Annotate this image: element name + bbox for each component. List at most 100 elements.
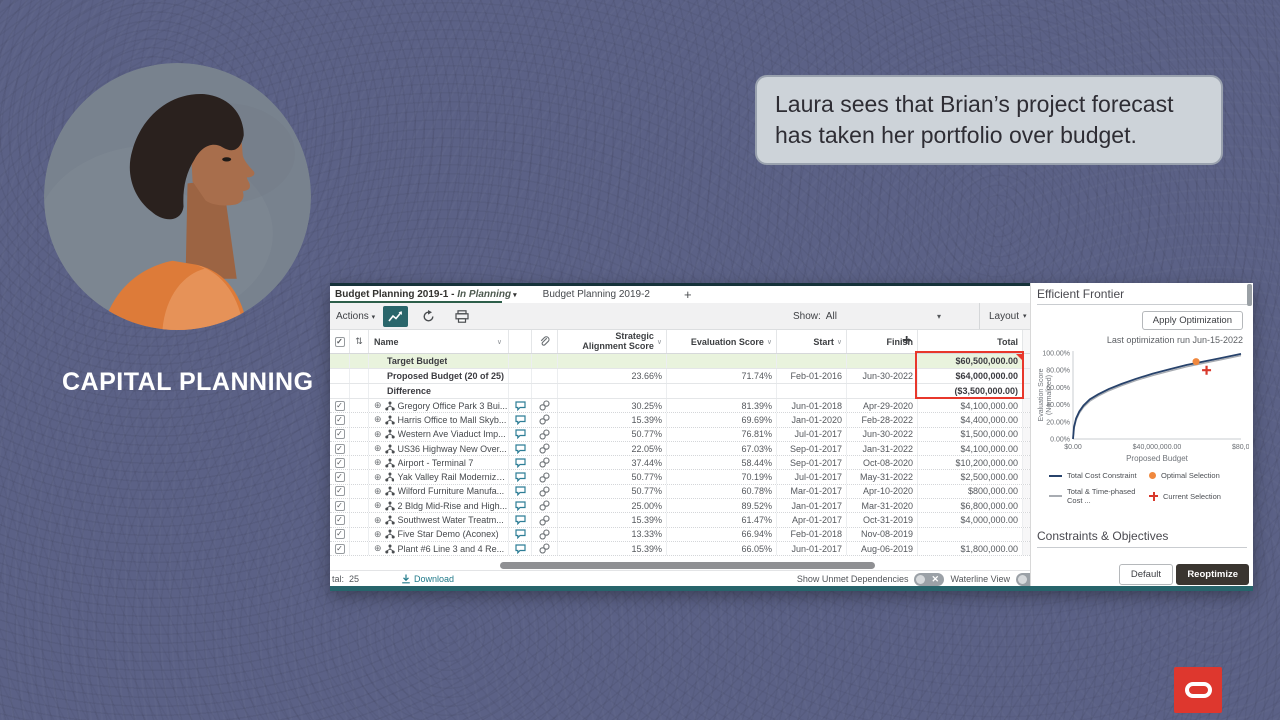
row-checkbox[interactable]: ✓: [330, 499, 349, 512]
download-link[interactable]: Download: [401, 574, 454, 584]
reoptimize-button[interactable]: Reoptimize: [1176, 564, 1249, 585]
column-total[interactable]: Total: [917, 330, 1022, 353]
comment-icon[interactable]: [515, 429, 526, 439]
project-name[interactable]: Yak Valley Rail Moderniza...: [397, 472, 508, 482]
row-checkbox[interactable]: [330, 384, 349, 398]
row-checkbox[interactable]: ✓: [330, 470, 349, 483]
print-button[interactable]: [449, 306, 474, 327]
comment-icon[interactable]: [515, 544, 526, 554]
table-row[interactable]: ✓ ⊕ 2 Bldg Mid-Rise and High... 25.00% 8…: [330, 499, 1030, 513]
comment-icon[interactable]: [515, 458, 526, 468]
link-icon[interactable]: [539, 414, 550, 425]
project-name[interactable]: Gregory Office Park 3 Bui...: [398, 401, 508, 411]
table-row[interactable]: ✓ ⊕ Southwest Water Treatm... 15.39% 61.…: [330, 513, 1030, 527]
tab-budget-planning-2019-2[interactable]: Budget Planning 2019-2: [533, 289, 660, 300]
expand-icon[interactable]: ⊕: [374, 414, 382, 425]
show-filter[interactable]: Show:All: [793, 311, 837, 322]
row-checkbox[interactable]: ✓: [330, 399, 349, 412]
link-icon[interactable]: [539, 400, 550, 411]
table-row[interactable]: ✓ ⊕ Western Ave Viaduct Imp... 50.77% 76…: [330, 428, 1030, 442]
layout-menu[interactable]: Layout▾: [979, 303, 1027, 329]
link-icon[interactable]: [539, 543, 550, 554]
row-checkbox[interactable]: [330, 354, 349, 368]
project-name[interactable]: Wilford Furniture Manufa...: [398, 486, 505, 496]
link-icon[interactable]: [539, 472, 550, 483]
row-checkbox[interactable]: [330, 369, 349, 383]
tab-budget-planning-2019-1[interactable]: Budget Planning 2019-1 - In Planning▾: [330, 289, 525, 300]
table-row[interactable]: Proposed Budget (20 of 25) 23.66% 71.74%…: [330, 369, 1030, 384]
comment-icon[interactable]: [515, 415, 526, 425]
link-icon[interactable]: [539, 429, 550, 440]
expand-icon[interactable]: ⊕: [374, 400, 382, 411]
column-comment[interactable]: [508, 330, 531, 353]
comment-icon[interactable]: [515, 486, 526, 496]
comment-icon[interactable]: [515, 401, 526, 411]
column-name[interactable]: Name∨: [368, 330, 508, 353]
project-name[interactable]: Harris Office to Mall Skyb...: [398, 415, 507, 425]
table-row[interactable]: ✓ ⊕ Plant #6 Line 3 and 4 Re... 15.39% 6…: [330, 542, 1030, 556]
column-start[interactable]: Start∨: [776, 330, 846, 353]
comment-icon[interactable]: [515, 529, 526, 539]
actions-menu[interactable]: Actions ▾: [336, 311, 375, 322]
row-checkbox[interactable]: ✓: [330, 442, 349, 455]
unmet-dependencies-toggle[interactable]: ✕: [914, 573, 944, 586]
project-name[interactable]: Target Budget: [387, 356, 447, 366]
project-name[interactable]: Proposed Budget (20 of 25): [387, 371, 504, 381]
expand-icon[interactable]: ⊕: [374, 457, 382, 468]
table-row[interactable]: ✓ ⊕ Airport - Terminal 7 37.44% 58.44% S…: [330, 456, 1030, 470]
chevron-down-icon[interactable]: ▾: [937, 312, 941, 321]
expand-icon[interactable]: ⊕: [374, 486, 382, 497]
table-row[interactable]: ✓ ⊕ US36 Highway New Over... 22.05% 67.0…: [330, 442, 1030, 456]
row-checkbox[interactable]: ✓: [330, 413, 349, 426]
row-checkbox[interactable]: ✓: [330, 513, 349, 526]
vertical-scrollbar[interactable]: [1022, 330, 1030, 353]
column-strategic-alignment-score[interactable]: StrategicAlignment Score∨: [557, 330, 666, 353]
project-name[interactable]: Airport - Terminal 7: [398, 458, 474, 468]
table-row[interactable]: ✓ ⊕ Yak Valley Rail Moderniza... 50.77% …: [330, 470, 1030, 484]
apply-optimization-button[interactable]: Apply Optimization: [1142, 311, 1243, 330]
row-checkbox[interactable]: ✓: [330, 428, 349, 441]
select-all-checkbox[interactable]: ✓: [330, 330, 349, 353]
row-checkbox[interactable]: ✓: [330, 528, 349, 541]
project-name[interactable]: Plant #6 Line 3 and 4 Re...: [398, 544, 505, 554]
link-icon[interactable]: [539, 457, 550, 468]
link-icon[interactable]: [539, 500, 550, 511]
comment-icon[interactable]: [515, 515, 526, 525]
row-checkbox[interactable]: ✓: [330, 485, 349, 498]
current-selection-marker[interactable]: [1202, 366, 1211, 375]
comment-icon[interactable]: [515, 472, 526, 482]
add-column-button[interactable]: +: [902, 332, 911, 350]
optimal-selection-marker[interactable]: [1193, 358, 1200, 365]
comment-icon[interactable]: [515, 501, 526, 511]
panel-scrollbar[interactable]: [1247, 284, 1252, 306]
project-name[interactable]: Five Star Demo (Aconex): [398, 529, 499, 539]
project-name[interactable]: Difference: [387, 386, 431, 396]
new-tab-button[interactable]: +: [684, 287, 692, 302]
table-row[interactable]: ✓ ⊕ Wilford Furniture Manufa... 50.77% 6…: [330, 485, 1030, 499]
link-icon[interactable]: [539, 486, 550, 497]
project-name[interactable]: Western Ave Viaduct Imp...: [398, 429, 506, 439]
sort-button[interactable]: ⇅: [349, 330, 368, 353]
table-row[interactable]: ✓ ⊕ Five Star Demo (Aconex) 13.33% 66.94…: [330, 528, 1030, 542]
project-name[interactable]: 2 Bldg Mid-Rise and High...: [398, 501, 508, 511]
chart-view-button[interactable]: [383, 306, 408, 327]
expand-icon[interactable]: ⊕: [374, 443, 382, 454]
comment-icon[interactable]: [515, 444, 526, 454]
link-icon[interactable]: [539, 515, 550, 526]
expand-icon[interactable]: ⊕: [374, 515, 382, 526]
expand-icon[interactable]: ⊕: [374, 429, 382, 440]
table-row[interactable]: Difference ($3,500,000.00): [330, 384, 1030, 399]
table-row[interactable]: ✓ ⊕ Gregory Office Park 3 Bui... 30.25% …: [330, 399, 1030, 413]
expand-icon[interactable]: ⊕: [374, 500, 382, 511]
default-button[interactable]: Default: [1119, 564, 1173, 585]
expand-icon[interactable]: ⊕: [374, 529, 382, 540]
link-icon[interactable]: [539, 529, 550, 540]
expand-icon[interactable]: ⊕: [374, 543, 382, 554]
waterline-toggle[interactable]: ✕: [1016, 573, 1030, 586]
project-name[interactable]: Southwest Water Treatm...: [398, 515, 504, 525]
horizontal-scrollbar[interactable]: [500, 562, 875, 569]
refresh-button[interactable]: [416, 306, 441, 327]
row-checkbox[interactable]: ✓: [330, 542, 349, 555]
link-icon[interactable]: [539, 443, 550, 454]
column-evaluation-score[interactable]: Evaluation Score∨: [666, 330, 776, 353]
